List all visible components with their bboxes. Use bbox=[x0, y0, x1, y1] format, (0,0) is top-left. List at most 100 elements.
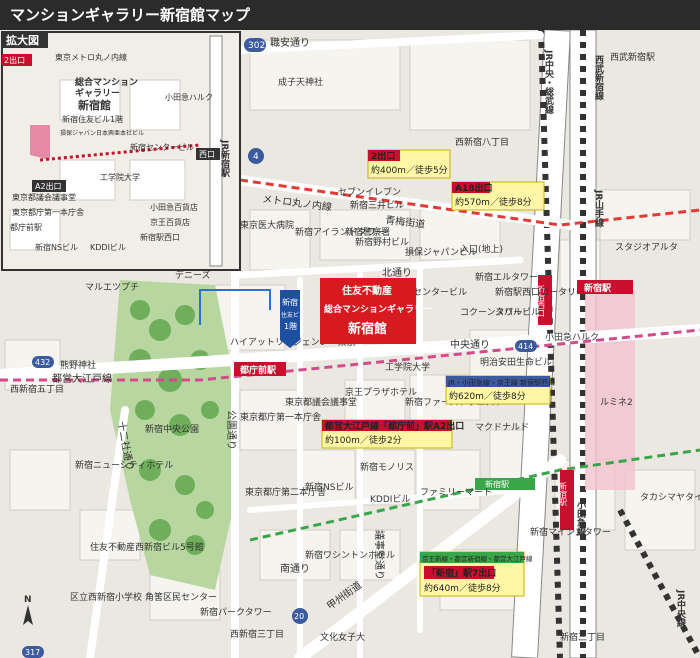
kadotama-label: 角筈区民センター bbox=[145, 591, 217, 603]
oedo-label: 都営大江戸線 bbox=[52, 372, 112, 385]
tocho1-label: 東京都庁第一本庁舎 bbox=[240, 411, 321, 423]
callout-a2[interactable]: 都営大江戸線「都庁前」駅A2出口 約100m／徒歩2分 bbox=[321, 419, 464, 449]
callout-a18[interactable]: A18出口 約570m／徒歩8分 bbox=[451, 181, 545, 211]
callout-a18-head: A18出口 bbox=[455, 182, 493, 194]
inset-label-center: 新宿センタービル bbox=[130, 142, 194, 152]
compass-north: N bbox=[24, 595, 32, 605]
pin-line-3: 1階 bbox=[284, 321, 297, 331]
inset-label-keio: 京王百貨店 bbox=[150, 217, 190, 227]
route-20-label: 20 bbox=[294, 612, 304, 621]
inset-gallery-line-1: 総合マンション bbox=[75, 76, 138, 88]
marue-label: マルエツプチ bbox=[85, 282, 139, 293]
callout-7exit-head: 京王新線・都営新宿線・都営大江戸線 bbox=[422, 554, 533, 563]
shokuan-road-label: 職安通り bbox=[270, 36, 310, 49]
inset-building: 新宿住友ビル1階 bbox=[62, 114, 123, 124]
lumine-label: ルミネ2 bbox=[600, 397, 633, 408]
inset-exit2: 2出口 bbox=[4, 55, 25, 65]
koen-road-label: 公園通り bbox=[225, 410, 237, 450]
kumano-label: 熊野神社 bbox=[60, 359, 96, 371]
page-title: マンションギャラリー新宿館マップ bbox=[0, 0, 700, 30]
inset-label-gikai: 東京都議会議事堂 bbox=[12, 192, 76, 202]
inset-a2-exit: A2出口 bbox=[35, 181, 62, 191]
cocoon-label: コクーンタワー bbox=[460, 307, 523, 318]
inset-jr-station: JR新宿駅 bbox=[219, 139, 230, 178]
route-4-label: 4 bbox=[253, 152, 259, 162]
inset-label-marunouchi: 東京メトロ丸ノ内線 bbox=[55, 52, 127, 62]
inset-gallery-building bbox=[30, 125, 50, 160]
inset-label-tocho: 東京都庁第一本庁舎 bbox=[12, 207, 84, 217]
inset-label-tochomae: 都庁前駅 bbox=[10, 222, 42, 232]
shinjuku3-label: 西新宿三丁目 bbox=[230, 628, 284, 640]
chuo-park-label: 新宿中央公園 bbox=[145, 423, 199, 435]
callout-a2-text: 約100m／徒歩2分 bbox=[325, 434, 402, 446]
sumitomo-5-label: 住友不動産西新宿ビル5号館 bbox=[90, 541, 204, 553]
pin-line-1: 新宿 bbox=[282, 297, 298, 307]
jr-chuo-south-label: JR中央線 bbox=[675, 589, 686, 628]
route-432-label: 432 bbox=[35, 358, 50, 367]
kita-road-label: 北通り bbox=[382, 267, 412, 279]
park-tower-label: 新宿パークタワー bbox=[200, 606, 272, 618]
kuritsu-label: 区立西新宿小学校 bbox=[70, 591, 142, 603]
callout-westexit[interactable]: JR・小田急線・京王線 新宿駅西口 約620m／徒歩8分 bbox=[445, 375, 555, 405]
inset-west-exit: 西口 bbox=[199, 150, 215, 159]
seibu-label: 西武新宿線 bbox=[593, 55, 604, 101]
nishishinjuku8-label: 西新宿八丁目 bbox=[455, 136, 509, 148]
map-page: マンションギャラリー新宿館マップ 職安通り 青梅街道 北通り 中央通り 都営大江… bbox=[0, 0, 700, 658]
minami-road-label: 南通り bbox=[280, 562, 310, 575]
halc-label: 小田急ハルク bbox=[545, 331, 599, 343]
inset-label-odakyu: 小田急百貨店 bbox=[150, 202, 198, 212]
bunka-label: 文化女子大 bbox=[320, 631, 365, 643]
shinjuku-station-label: 新宿駅 bbox=[584, 282, 612, 294]
callout-a18-text: 約570m／徒歩8分 bbox=[455, 196, 532, 208]
seibu-shinjuku-label: 西武新宿駅 bbox=[610, 51, 655, 63]
inset-gallery-line-2: ギャラリー bbox=[75, 87, 120, 99]
monolith-label: 新宿モノリス bbox=[360, 461, 414, 473]
inset-label-ns: 新宿NSビル bbox=[35, 242, 78, 252]
kddi-label: KDDIビル bbox=[370, 494, 410, 505]
area-map[interactable]: 職安通り 青梅街道 北通り 中央通り 都営大江戸線 議事堂通り 公園通り 十二社… bbox=[0, 30, 700, 658]
callout-2exit[interactable]: 2出口 約400m／徒歩5分 bbox=[367, 149, 451, 179]
inset-gallery-line-3: 新宿館 bbox=[78, 98, 111, 112]
route-414-label: 414 bbox=[518, 342, 533, 351]
callout-7exit[interactable]: 京王新線・都営新宿線・都営大江戸線 「新宿」駅7出口 約640m／徒歩8分 bbox=[419, 551, 533, 597]
gallery-place: 新宿館 bbox=[348, 321, 387, 337]
yamate-label: 入口(地上) bbox=[460, 243, 503, 255]
takashimaya-label: タカシマヤタイムズスクエア bbox=[640, 491, 700, 503]
mainz-label: 新宿マインズタワー bbox=[530, 526, 611, 538]
ns-label: 新宿NSビル bbox=[305, 481, 353, 493]
jr-chuo-label: JR中央・総武線 bbox=[543, 49, 554, 115]
gallery-name: 総合マンションギャラリー bbox=[324, 303, 432, 315]
inset-label-kddi: KDDIビル bbox=[90, 243, 126, 252]
kogakuin-label: 工学院大学 bbox=[385, 361, 430, 373]
rotary-label: 新宿駅西口ロータリー bbox=[495, 286, 585, 298]
jr-yamanote-label: JR山手線 bbox=[593, 189, 604, 228]
callout-7exit-sub: 「新宿」駅7出口 bbox=[427, 567, 496, 579]
police-label: 新宿警察署 bbox=[345, 226, 390, 238]
meiji-label: 明治安田生命ビル bbox=[480, 356, 552, 368]
callout-a2-head: 都営大江戸線「都庁前」駅A2出口 bbox=[324, 420, 464, 432]
gallery-company: 住友不動産 bbox=[342, 284, 392, 297]
mcdonald-label: マクドナルド bbox=[475, 422, 529, 433]
callout-westexit-head: JR・小田急線・京王線 新宿駅西口 bbox=[447, 378, 555, 387]
seven-label: セブンイレブン bbox=[338, 186, 401, 198]
tochomae-station-label: 都庁前駅 bbox=[239, 364, 277, 376]
inset-label-halc: 小田急ハルク bbox=[165, 92, 213, 102]
shinjuku5-label: 西新宿五丁目 bbox=[10, 383, 64, 395]
washington-label: 新宿ワシントンホテル bbox=[305, 549, 395, 561]
callout-westexit-text: 約620m／徒歩8分 bbox=[449, 390, 526, 402]
inset-map[interactable]: 拡大図 2出口 西口 A2出口 総合マンション ギャラリー 新宿館 新宿住友ビル… bbox=[1, 31, 241, 271]
studio-alta-label: スタジオアルタ bbox=[615, 242, 678, 253]
family-label: ファミリーマート bbox=[420, 488, 492, 498]
sanchome-label: 新宿三丁目 bbox=[560, 631, 605, 643]
inset-label-kogakuin: 工学院大学 bbox=[100, 172, 140, 182]
callout-7exit-text: 約640m／徒歩8分 bbox=[424, 582, 501, 594]
city-news-label: 新宿ニューシティホテル bbox=[75, 459, 173, 471]
keio-plaza-label: 京王プラザホテル bbox=[345, 386, 417, 398]
route-317-label: 317 bbox=[25, 648, 40, 657]
inset-label-nishiguchi: 新宿駅西口 bbox=[140, 232, 180, 242]
inset-label-sompo: 損保ジャパン日本興亜本社ビル bbox=[60, 129, 144, 137]
callout-2exit-text: 約400m／徒歩5分 bbox=[371, 164, 448, 176]
naruko-label: 成子天神社 bbox=[278, 76, 323, 88]
tokyo-med-label: 東京医大病院 bbox=[240, 219, 294, 231]
nomura-label: 新宿野村ビル bbox=[355, 236, 409, 248]
